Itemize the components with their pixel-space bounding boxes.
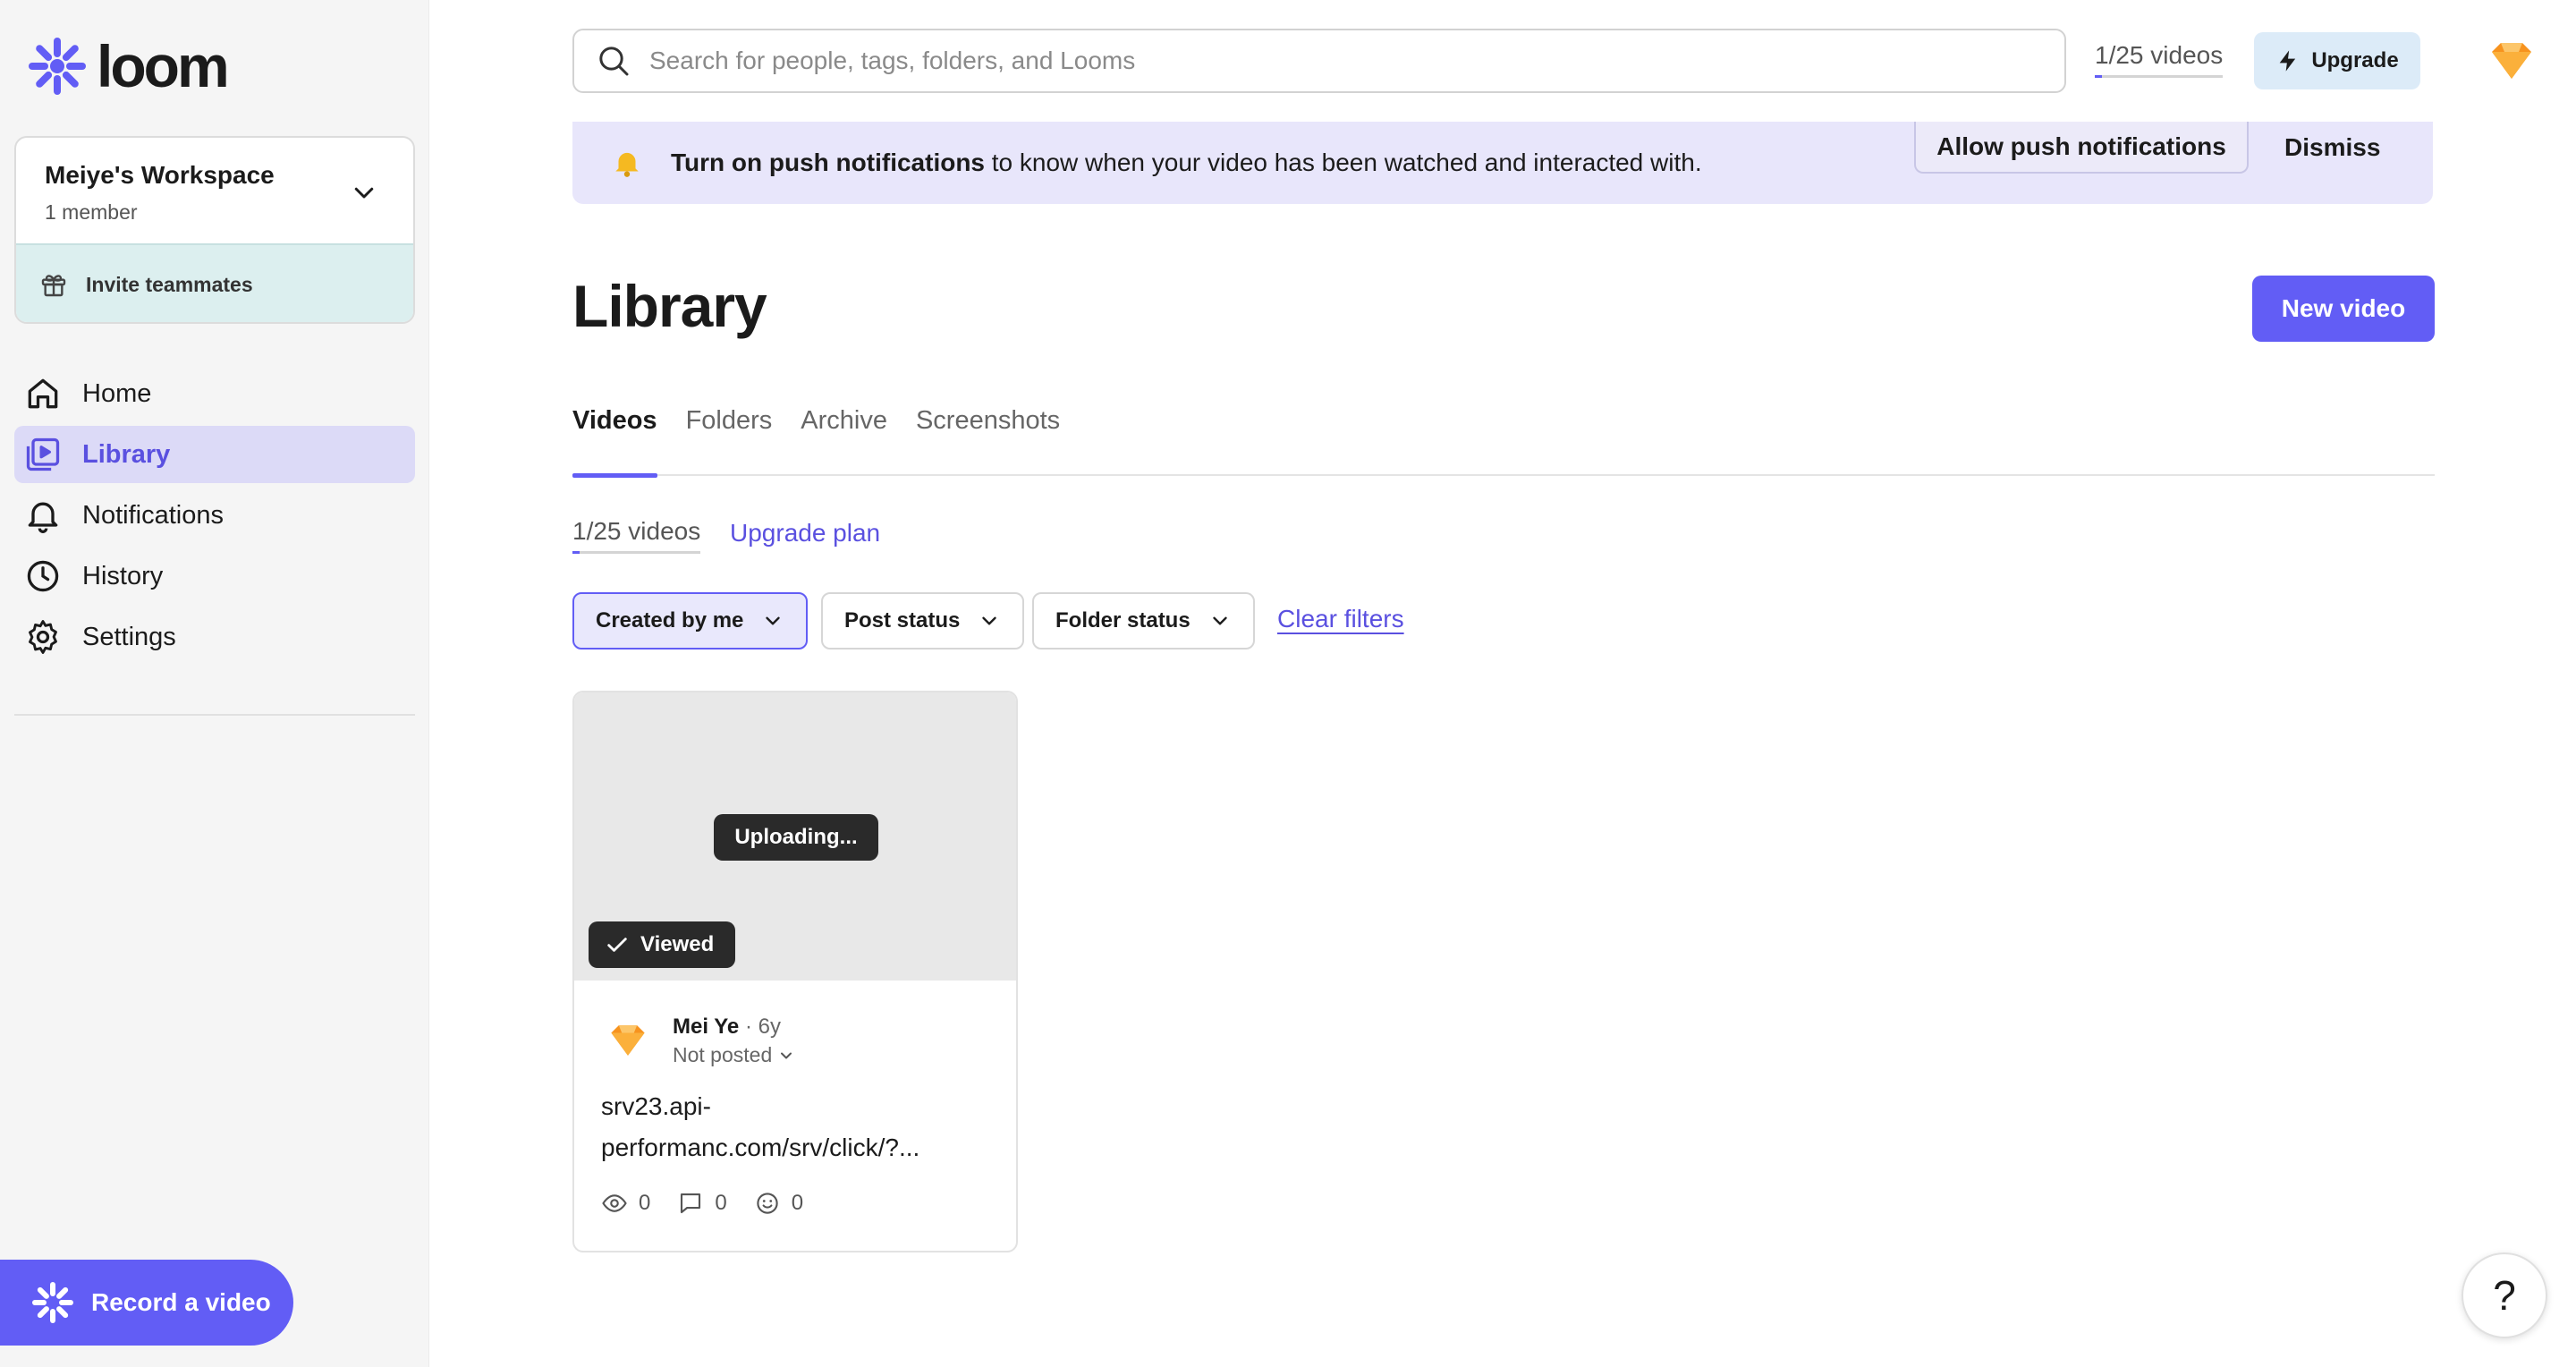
logo-wordmark: loom [97,33,230,99]
sidebar-item-notifications[interactable]: Notifications [14,487,415,544]
banner-message-bold: Turn on push notifications [671,149,985,176]
sidebar-item-label: Notifications [82,500,224,530]
sidebar-item-label: Home [82,378,152,408]
video-thumbnail[interactable]: Uploading... Viewed [574,692,1016,981]
search-input[interactable] [649,47,1991,75]
views-stat: 0 [601,1190,650,1217]
chevron-down-icon [766,616,781,625]
filter-label: Created by me [596,608,744,633]
bell-emoji-icon [615,152,639,177]
viewed-label: Viewed [640,932,715,956]
workspace-name: Meiye's Workspace [45,161,275,189]
check-icon [607,938,627,952]
filter-created-by-me[interactable]: Created by me [572,592,809,650]
banner-message-rest: to know when your video has been watched… [985,149,1702,176]
user-avatar[interactable] [2488,39,2535,82]
smiley-icon [757,1193,778,1214]
eye-icon [602,1194,627,1212]
clock-icon [27,560,59,592]
push-notification-banner: Turn on push notifications to know when … [572,122,2433,204]
sidebar-item-label: Settings [82,622,176,651]
library-video-quota: 1/25 videos [572,517,701,554]
page-title: Library [572,273,767,339]
tab-folders[interactable]: Folders [686,399,773,476]
author-name: Mei Ye [673,1015,740,1039]
video-age: 6y [758,1015,781,1039]
viewed-badge: Viewed [589,921,735,968]
views-count: 0 [639,1191,651,1215]
video-title[interactable]: srv23.api-performanc.com/srv/click/?... [601,1086,995,1168]
workspace-switcher: Meiye's Workspace 1 member Invite teamma… [14,136,415,324]
chevron-down-icon [1213,616,1227,625]
video-author: Mei Ye · 6y [673,1015,781,1040]
library-tabs: Videos Folders Archive Screenshots [572,399,2435,478]
sidebar-item-settings[interactable]: Settings [14,608,415,666]
author-avatar[interactable] [608,1022,648,1059]
help-button[interactable]: ? [2462,1252,2547,1338]
invite-teammates-label: Invite teammates [86,272,253,296]
sidebar-item-home[interactable]: Home [14,365,415,422]
invite-teammates-button[interactable]: Invite teammates [16,243,413,322]
search-bar[interactable] [572,29,2066,93]
filter-folder-status[interactable]: Folder status [1032,592,1255,650]
filter-post-status[interactable]: Post status [821,592,1025,650]
video-stats: 0 0 0 [601,1190,830,1217]
comments-count: 0 [715,1191,727,1215]
chevron-down-icon [354,187,374,199]
reactions-stat: 0 [754,1190,803,1217]
post-status-label: Not posted [673,1043,773,1066]
gear-icon [29,620,57,654]
search-icon [599,47,629,76]
tab-videos[interactable]: Videos [572,399,657,478]
sidebar-item-library[interactable]: Library [14,426,415,483]
lightning-icon [2279,50,2296,72]
workspace-member-count: 1 member [45,200,138,224]
loom-logo[interactable]: loom [27,32,230,100]
filter-label: Folder status [1055,608,1191,633]
tab-archive[interactable]: Archive [801,399,887,476]
loom-record-icon [32,1282,73,1323]
tab-screenshots[interactable]: Screenshots [916,399,1060,476]
allow-push-notifications-button[interactable]: Allow push notifications [1914,122,2249,174]
chevron-down-icon [781,1052,792,1058]
sidebar-divider [14,714,415,716]
video-card[interactable]: Uploading... Viewed Mei Ye · 6y Not post… [572,691,1018,1252]
upgrade-label: Upgrade [2311,48,2399,72]
new-video-button[interactable]: New video [2252,276,2435,342]
gift-icon [41,275,66,297]
record-video-label: Record a video [91,1288,271,1316]
uploading-badge: Uploading... [714,814,878,861]
video-quota-indicator[interactable]: 1/25 videos [2095,41,2224,78]
sidebar-item-label: Library [82,439,171,469]
dismiss-button[interactable]: Dismiss [2263,122,2402,174]
separator-dot: · [739,1015,758,1039]
library-icon [26,437,60,471]
sidebar: loom Meiye's Workspace 1 member Invite t… [0,0,429,1367]
upgrade-plan-link[interactable]: Upgrade plan [730,519,880,548]
comment-icon [681,1193,701,1214]
home-icon [28,378,58,409]
banner-message: Turn on push notifications to know when … [671,149,1702,177]
sidebar-item-history[interactable]: History [14,548,415,605]
comments-stat: 0 [677,1190,727,1217]
reactions-count: 0 [791,1191,804,1215]
bell-icon [28,502,58,533]
loom-logo-icon [29,38,86,95]
filter-label: Post status [844,608,961,633]
chevron-down-icon [982,616,997,625]
post-status-dropdown[interactable]: Not posted [673,1043,795,1067]
upgrade-button[interactable]: Upgrade [2254,32,2420,89]
clear-filters-link[interactable]: Clear filters [1277,605,1404,633]
sidebar-nav: Home Library Notifications History Setti… [14,365,415,669]
sidebar-item-label: History [82,561,164,590]
workspace-header[interactable]: Meiye's Workspace 1 member [16,138,413,243]
record-video-button[interactable]: Record a video [0,1260,293,1346]
